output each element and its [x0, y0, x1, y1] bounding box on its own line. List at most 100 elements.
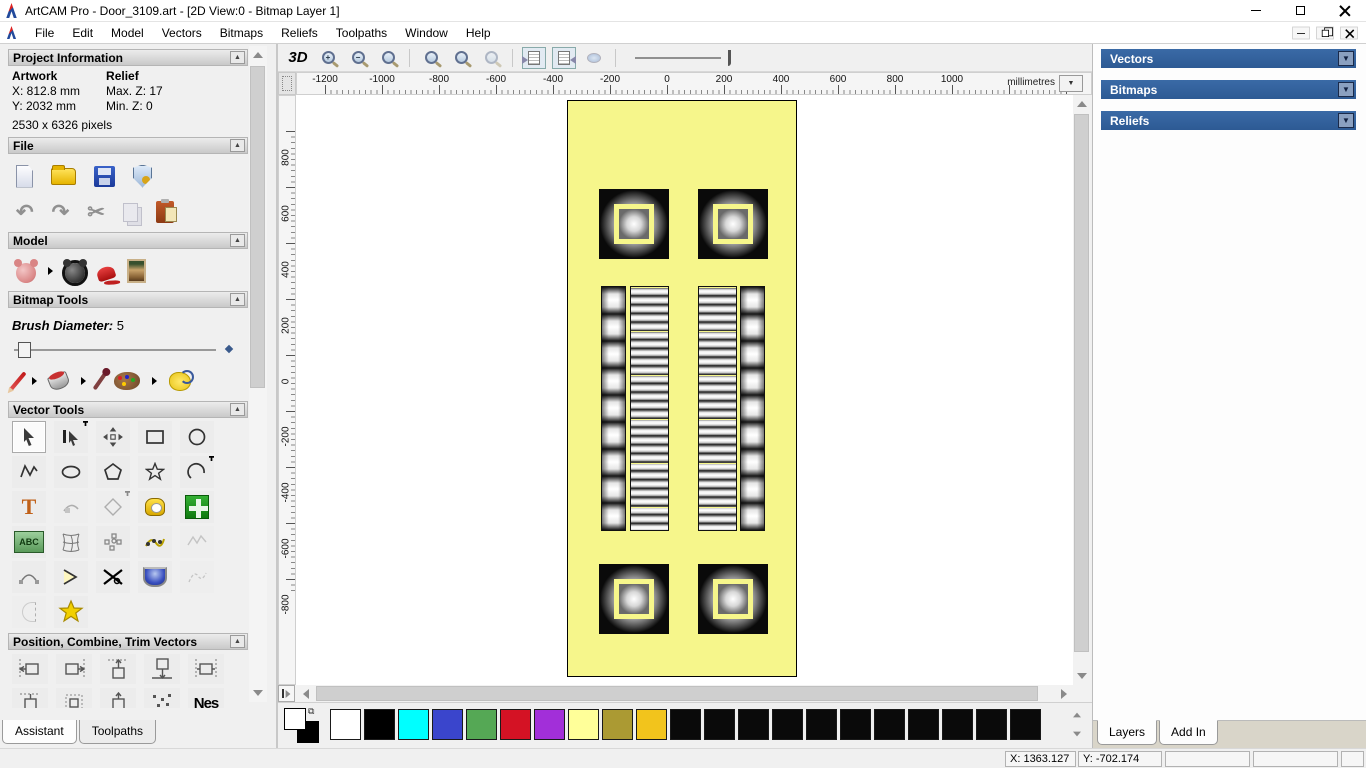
canvas-vertical-scrollbar[interactable] [1073, 95, 1090, 685]
create-star-button[interactable] [138, 456, 172, 488]
bitmaps-header[interactable]: Bitmaps ▼ [1101, 80, 1356, 99]
section-header-project-information[interactable]: Project Information ▲ [8, 49, 248, 66]
child-close-button[interactable] [1340, 26, 1358, 39]
contrast-slider[interactable] [635, 48, 735, 68]
palette-swatch[interactable] [908, 709, 939, 740]
assistant-scrollbar[interactable] [249, 46, 267, 702]
copy-icon[interactable] [122, 202, 138, 222]
primary-colour-swatch[interactable] [284, 708, 306, 730]
reliefs-header[interactable]: Reliefs ▼ [1101, 111, 1356, 130]
trim-vectors-button[interactable] [96, 561, 130, 593]
palette-swatch[interactable] [330, 709, 361, 740]
palette-swatch[interactable] [398, 709, 429, 740]
zoom-out-button[interactable]: − [346, 47, 370, 69]
palette-swatch[interactable] [602, 709, 633, 740]
create-rectangle-button[interactable] [138, 421, 172, 453]
scroll-down-button[interactable] [1073, 667, 1090, 685]
nesting-button[interactable]: Nes [188, 688, 224, 708]
menu-vectors[interactable]: Vectors [153, 24, 211, 42]
preview-relief-button[interactable] [582, 47, 606, 69]
zoom-fit-button[interactable] [449, 47, 473, 69]
collapse-bitmap-tools-button[interactable]: ▲ [230, 293, 245, 306]
drawing-canvas[interactable] [296, 95, 1073, 685]
flood-fill-icon[interactable] [46, 370, 72, 392]
paste-icon[interactable] [155, 199, 177, 223]
ruler-units-dropdown[interactable]: ▼ [1059, 75, 1083, 92]
brush-diameter-slider[interactable] [12, 341, 264, 359]
palette-swatch[interactable] [772, 709, 803, 740]
colour-picker-icon[interactable] [92, 371, 108, 391]
section-header-vector-tools[interactable]: Vector Tools ▲ [8, 401, 248, 418]
align-left-button[interactable] [12, 654, 48, 684]
section-header-position-combine[interactable]: Position, Combine, Trim Vectors ▲ [8, 633, 248, 650]
node-editing-button[interactable] [54, 421, 88, 453]
tab-toolpaths[interactable]: Toolpaths [78, 720, 157, 744]
close-button[interactable] [1322, 0, 1366, 22]
smooth-vectors-button[interactable] [180, 561, 214, 593]
vectors-header[interactable]: Vectors ▼ [1101, 49, 1356, 68]
scroll-left-button[interactable] [298, 685, 314, 702]
paste-centre-button[interactable] [180, 491, 214, 523]
menu-bitmaps[interactable]: Bitmaps [211, 24, 272, 42]
measure-tool-button[interactable] [138, 491, 172, 523]
palette-swatch[interactable] [568, 709, 599, 740]
palette-swatch[interactable] [534, 709, 565, 740]
palette-swatch[interactable] [738, 709, 769, 740]
menu-edit[interactable]: Edit [63, 24, 102, 42]
toggle-vectors-button[interactable] [552, 46, 576, 69]
zoom-in-button[interactable]: + [316, 47, 340, 69]
scroll-thumb[interactable] [316, 686, 1038, 701]
new-model-icon[interactable] [16, 164, 33, 188]
create-text-button[interactable]: T [12, 491, 46, 523]
palette-swatch[interactable] [670, 709, 701, 740]
create-circle-button[interactable] [180, 421, 214, 453]
palette-swatch[interactable] [364, 709, 395, 740]
align-right-button[interactable] [56, 654, 92, 684]
section-header-model[interactable]: Model ▲ [8, 232, 248, 249]
section-header-file[interactable]: File ▲ [8, 137, 248, 154]
brush-slider-thumb[interactable] [18, 342, 31, 358]
scroll-down-button[interactable] [249, 684, 267, 702]
scroll-thumb[interactable] [1074, 114, 1089, 652]
collapse-project-information-button[interactable]: ▲ [230, 51, 245, 64]
collapse-file-button[interactable]: ▲ [230, 139, 245, 152]
greyscale-from-model-icon[interactable] [14, 258, 38, 283]
flyout-arrow-icon[interactable] [152, 377, 157, 385]
bitmaps-expand-button[interactable]: ▼ [1338, 82, 1354, 97]
toggle-bitmap-button[interactable] [522, 46, 546, 69]
scroll-up-button[interactable] [1073, 95, 1090, 113]
view-3d-button[interactable]: 3D [286, 47, 310, 69]
mirror-vectors-button[interactable] [12, 596, 46, 628]
align-centre-vertical-button[interactable] [12, 688, 48, 708]
envelope-distortion-button[interactable] [54, 526, 88, 558]
save-model-icon[interactable] [94, 165, 115, 187]
palette-swatch[interactable] [942, 709, 973, 740]
create-polyline-button[interactable] [12, 456, 46, 488]
tab-layers[interactable]: Layers [1097, 720, 1158, 745]
scatter-copies-button[interactable] [144, 688, 180, 708]
canvas-horizontal-scrollbar[interactable] [278, 685, 1090, 702]
cut-icon[interactable]: ✂ [87, 202, 105, 223]
block-paste-button[interactable] [96, 526, 130, 558]
centre-in-page-button[interactable] [56, 688, 92, 708]
redo-icon[interactable]: ↷ [52, 202, 70, 223]
scroll-right-button[interactable] [1056, 685, 1072, 702]
reliefs-expand-button[interactable]: ▼ [1338, 113, 1354, 128]
model-properties-icon[interactable] [133, 164, 152, 188]
fit-curves-button[interactable] [180, 526, 214, 558]
palette-swatch[interactable] [432, 709, 463, 740]
minimize-button[interactable] [1234, 0, 1278, 22]
menu-help[interactable]: Help [457, 24, 500, 42]
fit-arcs-button[interactable] [12, 561, 46, 593]
palette-swatch[interactable] [500, 709, 531, 740]
section-header-bitmap-tools[interactable]: Bitmap Tools ▲ [8, 291, 248, 308]
child-minimize-button[interactable] [1292, 26, 1310, 39]
palette-scroll-up-button[interactable] [1069, 705, 1085, 724]
offset-vectors-button[interactable] [96, 491, 130, 523]
menu-reliefs[interactable]: Reliefs [272, 24, 327, 42]
text-in-box-button[interactable]: ABC [12, 526, 46, 558]
palette-swatch[interactable] [636, 709, 667, 740]
contrast-slider-handle[interactable] [728, 49, 731, 66]
texture-image-icon[interactable] [127, 259, 146, 283]
gold-star-tool-button[interactable] [54, 596, 88, 628]
